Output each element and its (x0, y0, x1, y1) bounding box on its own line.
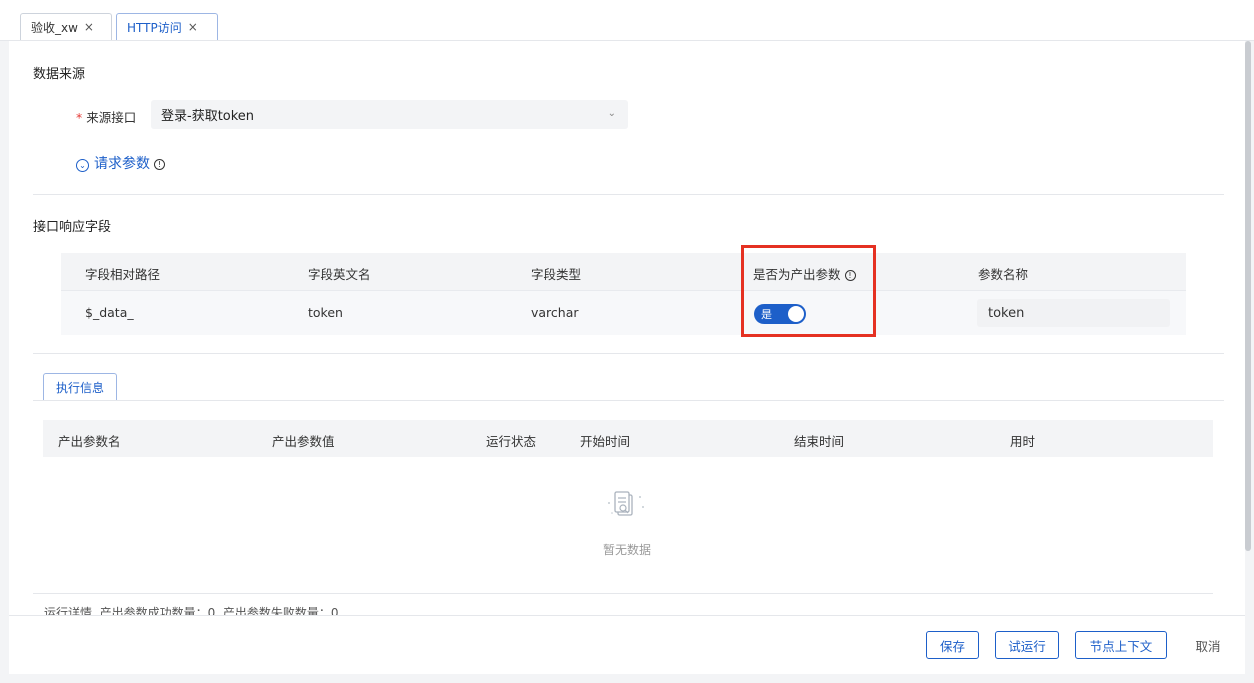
run-summary: 运行详情 产出参数成功数量：0 产出参数失败数量：0 (44, 606, 339, 615)
trial-run-button[interactable]: 试运行 (995, 631, 1059, 659)
divider (33, 194, 1224, 195)
field-type: varchar (531, 305, 579, 320)
footer-divider (9, 615, 1245, 616)
divider (33, 353, 1224, 354)
required-mark: * (76, 110, 83, 125)
table-row: $_data_ token varchar 是 token (61, 290, 1186, 335)
column-header: 开始时间 (580, 434, 631, 449)
divider (33, 400, 1224, 401)
tab-http-access[interactable]: HTTP访问 × (116, 13, 218, 40)
divider (33, 593, 1213, 594)
save-button[interactable]: 保存 (926, 631, 979, 659)
column-header: 运行状态 (486, 434, 537, 449)
close-icon[interactable]: × (188, 20, 198, 34)
execution-table-header: 产出参数名 产出参数值 运行状态 开始时间 结束时间 用时 (43, 420, 1213, 457)
column-header: 字段相对路径 (85, 267, 161, 282)
response-fields-title: 接口响应字段 (33, 220, 112, 235)
info-icon: ! (154, 159, 165, 170)
tab-label: 验收_xw (31, 20, 78, 35)
chevron-down-icon: ⌄ (607, 108, 616, 119)
column-header: 参数名称 (978, 267, 1029, 282)
data-source-title: 数据来源 (33, 67, 86, 82)
source-interface-value: 登录-获取token (161, 109, 255, 124)
column-header: 结束时间 (794, 434, 845, 449)
field-name: token (308, 305, 343, 320)
request-params-toggle[interactable]: ⌄ 请求参数! (76, 153, 165, 173)
request-params-label: 请求参数 (94, 156, 150, 172)
column-header: 用时 (1010, 434, 1036, 449)
close-icon[interactable]: × (84, 20, 94, 34)
tab-execution-info[interactable]: 执行信息 (43, 373, 118, 401)
source-interface-select[interactable]: 登录-获取token ⌄ (151, 100, 628, 129)
chevron-circle-down-icon: ⌄ (76, 159, 89, 172)
response-table-header: 字段相对路径 字段英文名 字段类型 是否为产出参数! 参数名称 (61, 253, 1186, 290)
scrollbar[interactable] (1245, 41, 1251, 551)
main-panel (9, 41, 1245, 674)
highlight-box (741, 245, 876, 337)
tab-label: HTTP访问 (127, 20, 182, 35)
column-header: 字段类型 (531, 267, 582, 282)
tab-bar: 验收_xw × HTTP访问 × (0, 0, 1254, 41)
empty-data-icon (602, 489, 652, 525)
param-name-input[interactable]: token (977, 299, 1170, 327)
source-interface-label: * 来源接口 (76, 110, 137, 125)
node-context-button[interactable]: 节点上下文 (1075, 631, 1167, 659)
column-header: 字段英文名 (308, 267, 371, 282)
column-header: 产出参数名 (58, 434, 121, 449)
field-path: $_data_ (85, 305, 134, 320)
cancel-button[interactable]: 取消 (1183, 631, 1233, 659)
empty-text: 暂无数据 (603, 543, 652, 557)
tab-yanshou[interactable]: 验收_xw × (20, 13, 112, 40)
column-header: 产出参数值 (272, 434, 335, 449)
